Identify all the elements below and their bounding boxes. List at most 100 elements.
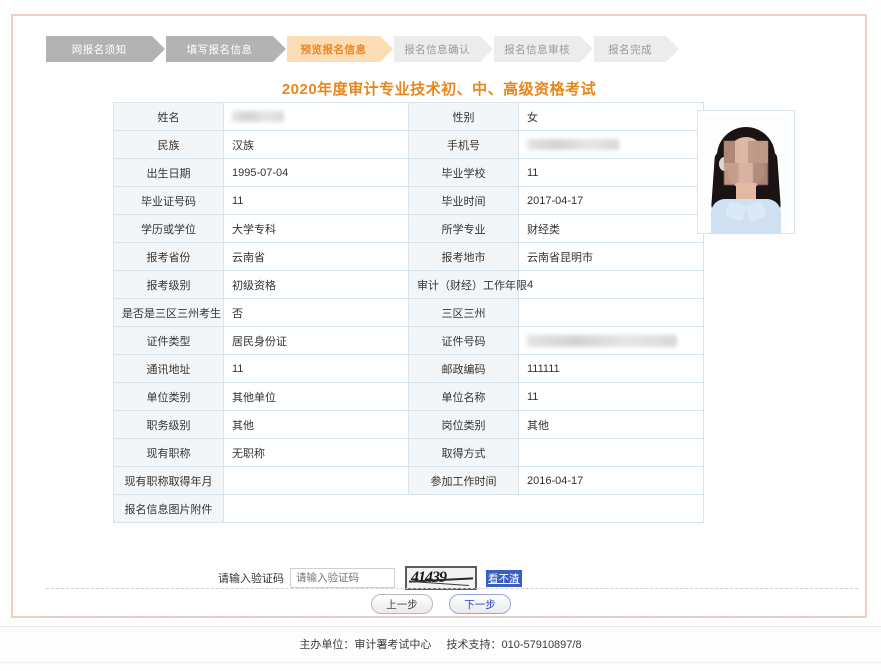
masked-value [527,334,677,347]
photo-neck [736,183,756,199]
table-row: 现有职称 无职称 取得方式 [113,438,704,467]
table-row: 民族 汉族 手机号 [113,130,704,159]
table-row: 证件类型 居民身份证 证件号码 [113,326,704,355]
table-row: 毕业证号码 11 毕业时间 2017-04-17 [113,186,704,215]
table-row: 现有职称取得年月 参加工作时间 2016-04-17 [113,466,704,495]
field-value: 其他 [223,410,409,439]
field-label: 邮政编码 [408,354,519,383]
registration-info-table-wrap: 姓名 性别 女 民族 汉族 手机号 出生日期 1995-07-04 毕业学校 1… [113,102,704,523]
field-value: 2017-04-17 [518,186,704,215]
field-label: 是否是三区三州考生 [113,298,224,327]
field-label: 民族 [113,130,224,159]
table-row: 出生日期 1995-07-04 毕业学校 11 [113,158,704,187]
photo-shirt [711,199,781,233]
field-label: 报考级别 [113,270,224,299]
field-value: 其他单位 [223,382,409,411]
field-value: 111111 [518,354,704,383]
table-row: 学历或学位 大学专科 所学专业 财经类 [113,214,704,243]
field-label: 毕业学校 [408,158,519,187]
field-label: 性别 [408,102,519,131]
captcha-label: 请输入验证码 [218,573,284,585]
field-label: 报考地市 [408,242,519,271]
footer-support: 技术支持：010-57910897/8 [446,639,582,651]
divider-top [46,588,858,589]
table-row-attachment: 报名信息图片附件 [113,494,704,523]
field-label: 毕业证号码 [113,186,224,215]
step-label-4: 报名信息确认 [404,43,471,56]
table-row: 姓名 性别 女 [113,102,704,131]
field-label: 通讯地址 [113,354,224,383]
next-step-button[interactable]: 下一步 [449,594,511,614]
field-label: 证件类型 [113,326,224,355]
field-value: 汉族 [223,130,409,159]
masked-value [527,139,619,151]
table-row: 职务级别 其他 岗位类别 其他 [113,410,704,439]
field-label: 现有职称 [113,438,224,467]
field-label: 学历或学位 [113,214,224,243]
table-row: 通讯地址 11 邮政编码 111111 [113,354,704,383]
field-value: 大学专科 [223,214,409,243]
field-value [518,298,704,327]
field-value [223,102,409,131]
field-label: 单位类别 [113,382,224,411]
step-item-5[interactable]: 报名信息审核 [494,36,594,62]
divider-bottom [46,616,858,617]
field-label: 报考省份 [113,242,224,271]
field-label: 取得方式 [408,438,519,467]
field-value [518,326,704,355]
field-value: 初级资格 [223,270,409,299]
field-label: 单位名称 [408,382,519,411]
step-item-2[interactable]: 填写报名信息 [166,36,287,62]
applicant-photo [697,110,795,234]
photo-image [703,117,789,233]
field-label: 手机号 [408,130,519,159]
step-label-3: 预览报名信息 [300,43,367,56]
field-label: 出生日期 [113,158,224,187]
table-row: 报考省份 云南省 报考地市 云南省昆明市 [113,242,704,271]
footer-separator [0,626,881,627]
captcha-input[interactable] [290,568,395,588]
prev-step-button[interactable]: 上一步 [371,594,433,614]
field-label: 三区三州 [408,298,519,327]
footer-bottom-line [0,662,881,663]
field-value: 其他 [518,410,704,439]
captcha-image[interactable]: 41439 [405,566,477,590]
step-label-1: 网报名须知 [71,43,127,56]
field-label: 职务级别 [113,410,224,439]
step-item-1[interactable]: 网报名须知 [46,36,166,62]
registration-preview-page: 网报名须知 填写报名信息 预览报名信息 报名信息确认 报名信息审核 报名完成 2… [0,0,881,671]
field-value: 否 [223,298,409,327]
captcha-refresh-link[interactable]: 看不清 [486,569,522,587]
footer: 主办单位：审计署考试中心 技术支持：010-57910897/8 [0,636,881,652]
field-value: 云南省昆明市 [518,242,704,271]
table-row: 报考级别 初级资格 审计（财经）工作年限 4 [113,270,704,299]
field-value: 11 [518,158,704,187]
field-label: 报名信息图片附件 [113,494,224,523]
field-value: 居民身份证 [223,326,409,355]
field-value: 云南省 [223,242,409,271]
field-value: 1995-07-04 [223,158,409,187]
field-value: 2016-04-17 [518,466,704,495]
step-item-6[interactable]: 报名完成 [594,36,679,62]
field-label: 姓名 [113,102,224,131]
step-item-3[interactable]: 预览报名信息 [286,36,394,62]
field-value [223,466,409,495]
field-value: 11 [518,382,704,411]
field-value: 11 [223,186,409,215]
field-label: 所学专业 [408,214,519,243]
step-item-4[interactable]: 报名信息确认 [394,36,494,62]
table-row: 单位类别 其他单位 单位名称 11 [113,382,704,411]
field-value: 4 [518,270,704,299]
field-value: 财经类 [518,214,704,243]
page-title: 2020年度审计专业技术初、中、高级资格考试 [281,81,597,98]
field-label: 审计（财经）工作年限 [408,270,527,299]
field-label: 参加工作时间 [408,466,519,495]
step-label-6: 报名完成 [608,43,653,56]
step-indicator: 网报名须知 填写报名信息 预览报名信息 报名信息确认 报名信息审核 报名完成 [46,36,679,62]
field-value: 女 [518,102,704,131]
field-value [518,438,704,467]
registration-info-table: 姓名 性别 女 民族 汉族 手机号 出生日期 1995-07-04 毕业学校 1… [113,102,704,523]
photo-face-mosaic-upper [724,141,768,163]
button-row: 上一步 下一步 [13,594,869,614]
field-label: 毕业时间 [408,186,519,215]
